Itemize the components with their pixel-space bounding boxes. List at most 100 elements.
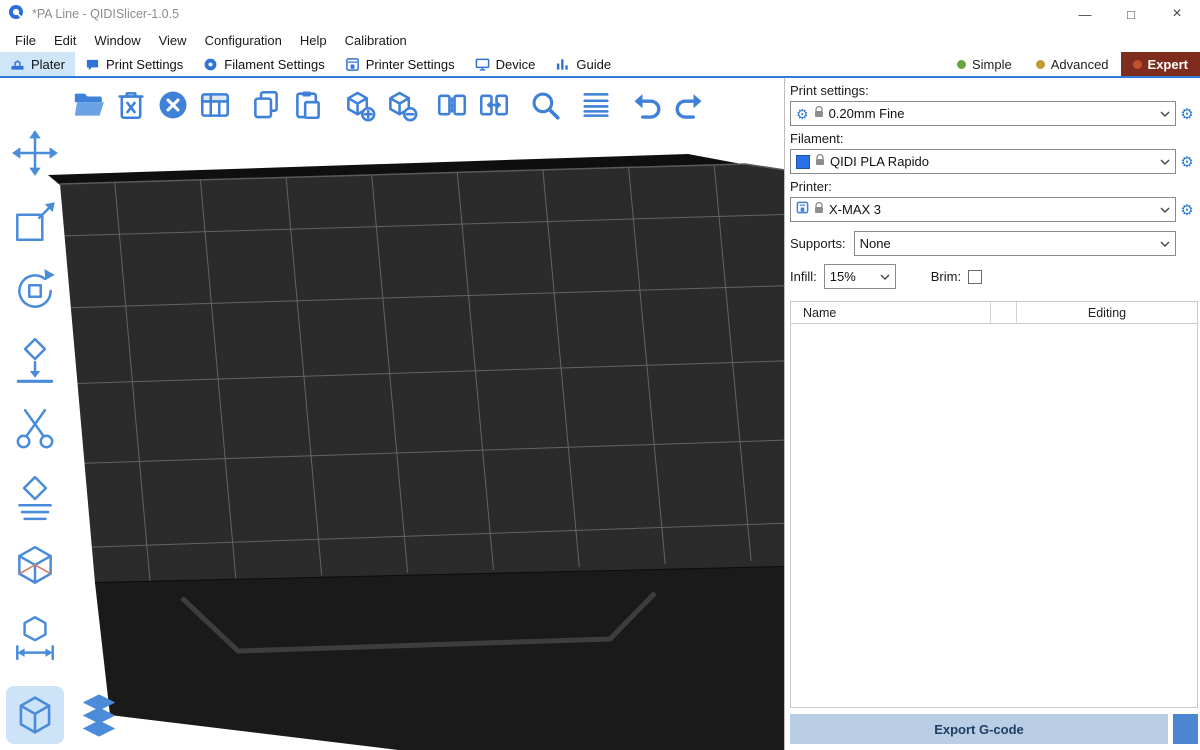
- rotate-button[interactable]: [6, 264, 64, 318]
- preview-layers-icon: [73, 689, 125, 741]
- split-to-parts-button[interactable]: [473, 84, 515, 126]
- split-objects-icon: [435, 88, 469, 122]
- measure-button[interactable]: [6, 540, 64, 594]
- paste-button[interactable]: [287, 84, 329, 126]
- tab-plater[interactable]: Plater: [0, 52, 75, 76]
- app-logo-icon: [8, 4, 24, 25]
- split-to-objects-button[interactable]: [431, 84, 473, 126]
- tab-device[interactable]: Device: [465, 52, 546, 76]
- variable-layer-height-button[interactable]: [575, 84, 617, 126]
- print-settings-icon: [85, 57, 100, 72]
- folder-open-icon: [72, 88, 106, 122]
- mode-expert[interactable]: Expert: [1121, 52, 1200, 76]
- title-bar: *PA Line - QIDISlicer-1.0.5 — □ ×: [0, 0, 1200, 28]
- tab-print-settings[interactable]: Print Settings: [75, 52, 193, 76]
- paint-button[interactable]: [6, 471, 64, 525]
- printer-gear-button[interactable]: ⚙: [1176, 201, 1198, 219]
- filament-combo[interactable]: QIDI PLA Rapido: [790, 149, 1176, 174]
- export-options-button[interactable]: [1173, 714, 1198, 744]
- build-plate-scene[interactable]: [0, 78, 785, 750]
- redo-button[interactable]: [668, 84, 710, 126]
- printer-settings-icon: [345, 57, 360, 72]
- menu-configuration[interactable]: Configuration: [196, 33, 291, 48]
- distance-button[interactable]: [6, 609, 64, 663]
- chevron-down-icon: [1157, 207, 1173, 213]
- view-toggles: [6, 686, 128, 744]
- delete-button[interactable]: [110, 84, 152, 126]
- preview-view-button[interactable]: [70, 686, 128, 744]
- maximize-button[interactable]: □: [1108, 0, 1154, 28]
- chevron-down-icon: [1157, 111, 1173, 117]
- supports-value: None: [860, 236, 1152, 251]
- menu-edit[interactable]: Edit: [45, 33, 85, 48]
- close-button[interactable]: ×: [1154, 0, 1200, 28]
- tab-guide[interactable]: Guide: [545, 52, 621, 76]
- mode-simple[interactable]: Simple: [945, 52, 1024, 76]
- place-on-face-button[interactable]: [6, 333, 64, 387]
- remove-instance-button[interactable]: [380, 84, 422, 126]
- mode-advanced[interactable]: Advanced: [1024, 52, 1121, 76]
- editor-view-button[interactable]: [6, 686, 64, 744]
- arrange-button[interactable]: [194, 84, 236, 126]
- tab-printer-settings[interactable]: Printer Settings: [335, 52, 465, 76]
- menu-view[interactable]: View: [150, 33, 196, 48]
- place-on-face-icon: [10, 335, 60, 385]
- export-row: Export G-code: [790, 708, 1198, 750]
- move-button[interactable]: [6, 126, 64, 180]
- copy-button[interactable]: [245, 84, 287, 126]
- print-settings-combo[interactable]: ⚙ 0.20mm Fine: [790, 101, 1176, 126]
- menu-calibration[interactable]: Calibration: [336, 33, 416, 48]
- scale-button[interactable]: [6, 195, 64, 249]
- minimize-button[interactable]: —: [1062, 0, 1108, 28]
- object-list-body[interactable]: [791, 324, 1197, 707]
- name-column-header: Name: [791, 302, 991, 323]
- left-toolbar: [6, 126, 64, 663]
- tab-filament-settings[interactable]: Filament Settings: [193, 52, 334, 76]
- menu-window[interactable]: Window: [85, 33, 149, 48]
- infill-combo[interactable]: 15%: [824, 264, 896, 289]
- cut-button[interactable]: [6, 402, 64, 456]
- menu-help[interactable]: Help: [291, 33, 336, 48]
- copy-icon: [249, 88, 283, 122]
- filament-color-swatch: [796, 155, 810, 169]
- editor-cube-icon: [9, 689, 61, 741]
- lock-icon: [815, 153, 825, 171]
- lock-icon: [814, 201, 824, 219]
- print-settings-gear-button[interactable]: ⚙: [1176, 105, 1198, 123]
- brim-label: Brim:: [931, 269, 961, 284]
- search-button[interactable]: [524, 84, 566, 126]
- add-instance-icon: [342, 88, 376, 122]
- add-instance-button[interactable]: [338, 84, 380, 126]
- supports-combo[interactable]: None: [854, 231, 1176, 256]
- expert-mode-dot-icon: [1133, 60, 1142, 69]
- menu-bar: File Edit Window View Configuration Help…: [0, 28, 1200, 52]
- filament-gear-button[interactable]: ⚙: [1176, 153, 1198, 171]
- rotate-icon: [10, 266, 60, 316]
- remove-instance-icon: [384, 88, 418, 122]
- split-parts-icon: [477, 88, 511, 122]
- filament-label: Filament:: [790, 131, 1198, 146]
- redo-icon: [672, 88, 706, 122]
- supports-label: Supports:: [790, 236, 846, 251]
- undo-button[interactable]: [626, 84, 668, 126]
- measure-icon: [10, 542, 60, 592]
- infill-value: 15%: [830, 269, 872, 284]
- export-gcode-button[interactable]: Export G-code: [790, 714, 1168, 744]
- viewport-3d[interactable]: [0, 78, 785, 750]
- printer-combo[interactable]: X-MAX 3: [790, 197, 1176, 222]
- arrange-icon: [198, 88, 232, 122]
- delete-all-button[interactable]: [152, 84, 194, 126]
- device-icon: [475, 57, 490, 72]
- menu-file[interactable]: File: [6, 33, 45, 48]
- plater-icon: [10, 57, 25, 72]
- filament-value: QIDI PLA Rapido: [830, 154, 1152, 169]
- printer-value: X-MAX 3: [829, 202, 1152, 217]
- settings-sidebar: Print settings: ⚙ 0.20mm Fine ⚙ Filament…: [786, 78, 1200, 750]
- undo-icon: [630, 88, 664, 122]
- open-file-button[interactable]: [68, 84, 110, 126]
- printer-label: Printer:: [790, 179, 1198, 194]
- paint-icon: [10, 473, 60, 523]
- simple-mode-dot-icon: [957, 60, 966, 69]
- print-settings-value: 0.20mm Fine: [829, 106, 1152, 121]
- brim-checkbox[interactable]: [968, 270, 982, 284]
